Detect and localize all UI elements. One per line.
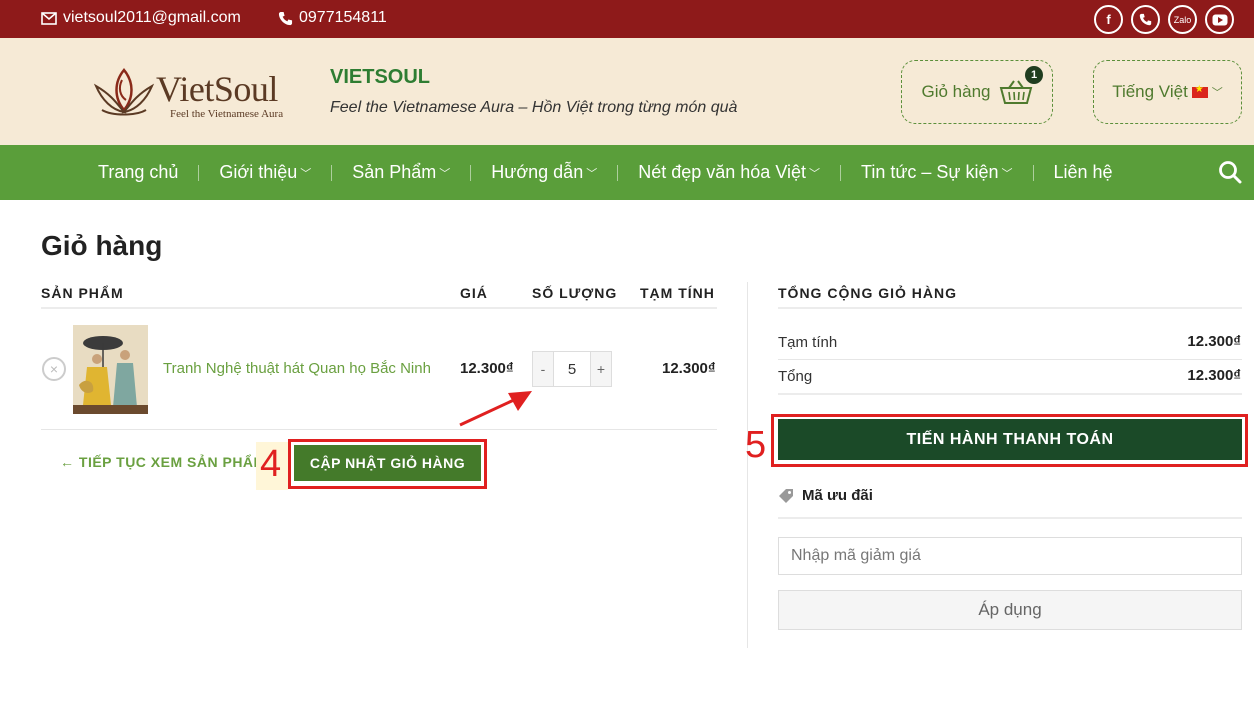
quantity-input[interactable]: 5 bbox=[553, 352, 591, 386]
step-5-marker: 5 bbox=[745, 424, 767, 466]
chevron-down-icon: ﹀ bbox=[809, 167, 821, 180]
nav-item-label: Liên hệ bbox=[1053, 162, 1113, 182]
envelope-icon bbox=[41, 11, 57, 25]
coupon-divider bbox=[778, 517, 1242, 519]
total-label: Tổng bbox=[778, 368, 813, 385]
page-title: Giỏ hàng bbox=[41, 230, 163, 261]
cart-totals-title: TỔNG CỘNG GIỎ HÀNG bbox=[778, 285, 957, 301]
annotation-arrow bbox=[459, 391, 532, 427]
coupon-label: Mã ưu đãi bbox=[802, 487, 873, 504]
proceed-to-checkout-button[interactable]: TIẾN HÀNH THANH TOÁN bbox=[778, 419, 1242, 460]
site-header: VietSoul Feel the Vietnamese Aura VIETSO… bbox=[0, 38, 1254, 145]
total-value: 12.300₫ bbox=[1187, 367, 1241, 384]
product-price: 12.300₫ bbox=[460, 360, 514, 377]
coupon-code-input[interactable] bbox=[778, 537, 1242, 575]
top-bar: vietsoul2011@gmail.com 0977154811 f Zalo bbox=[0, 0, 1254, 38]
product-subtotal: 12.300₫ bbox=[662, 360, 716, 377]
product-thumbnail[interactable] bbox=[73, 325, 148, 414]
remove-item-icon[interactable]: × bbox=[42, 357, 66, 381]
social-links: f Zalo bbox=[1094, 5, 1234, 34]
nav-separator bbox=[1032, 164, 1034, 181]
totals-header-divider bbox=[778, 307, 1242, 309]
nav-separator bbox=[198, 164, 200, 181]
phone-text: 0977154811 bbox=[299, 9, 387, 26]
basket-icon bbox=[999, 80, 1032, 104]
nav-item-4[interactable]: Nét đẹp văn hóa Việt ﹀ bbox=[638, 162, 820, 183]
logo-wordmark: VietSoul bbox=[156, 69, 278, 109]
search-icon[interactable] bbox=[1218, 160, 1242, 184]
subtotal-label: Tạm tính bbox=[778, 334, 838, 351]
phone-contact[interactable]: 0977154811 bbox=[278, 9, 387, 27]
chevron-down-icon: ﹀ bbox=[1001, 167, 1013, 180]
brand-subtitle: Feel the Vietnamese Aura – Hồn Việt tron… bbox=[330, 99, 738, 116]
language-switcher[interactable]: Tiếng Việt ﹀ bbox=[1093, 60, 1242, 124]
col-product-header: SẢN PHẨM bbox=[41, 285, 124, 301]
nav-item-5[interactable]: Tin tức – Sự kiện ﹀ bbox=[861, 162, 1012, 183]
main-nav: Trang chủ Giới thiệu ﹀ Sản Phẩm ﹀ Hướng dẫn ﹀ N… bbox=[0, 145, 1254, 200]
coupon-heading: Mã ưu đãi bbox=[778, 487, 873, 504]
nav-separator bbox=[840, 164, 842, 181]
call-icon[interactable] bbox=[1131, 5, 1160, 34]
cart-count-badge: 1 bbox=[1025, 66, 1043, 84]
col-price-header: GIÁ bbox=[460, 285, 488, 301]
totals-bottom-divider bbox=[778, 393, 1242, 395]
chevron-down-icon: ﹀ bbox=[1211, 87, 1223, 99]
nav-menu: Trang chủ Giới thiệu ﹀ Sản Phẩm ﹀ Hướng dẫn ﹀ N… bbox=[98, 145, 1113, 200]
chevron-down-icon: ﹀ bbox=[586, 167, 598, 180]
nav-item-label: Nét đẹp văn hóa Việt bbox=[638, 162, 807, 182]
tag-icon bbox=[779, 488, 793, 503]
painting-image bbox=[73, 325, 148, 414]
step-4-marker: 4 bbox=[260, 443, 282, 485]
chevron-down-icon: ﹀ bbox=[439, 167, 451, 180]
nav-separator bbox=[617, 164, 619, 181]
lotus-logo-icon bbox=[93, 68, 155, 116]
chevron-down-icon: ﹀ bbox=[300, 167, 312, 180]
col-subtotal-header: TẠM TÍNH bbox=[640, 285, 715, 301]
nav-separator bbox=[470, 164, 472, 181]
continue-shopping-link[interactable]: ← TIẾP TỤC XEM SẢN PHẨM bbox=[60, 454, 266, 470]
quantity-increase-button[interactable]: + bbox=[591, 352, 611, 386]
language-label: Tiếng Việt bbox=[1112, 82, 1188, 101]
brand-title: VIETSOUL bbox=[330, 66, 431, 88]
site-logo[interactable]: VietSoul Feel the Vietnamese Aura bbox=[92, 64, 302, 124]
apply-coupon-button[interactable]: Áp dụng bbox=[778, 590, 1242, 630]
facebook-icon[interactable]: f bbox=[1094, 5, 1123, 34]
nav-item-3[interactable]: Hướng dẫn ﹀ bbox=[491, 162, 597, 183]
subtotal-value: 12.300₫ bbox=[1187, 333, 1241, 350]
row-divider bbox=[41, 429, 717, 430]
nav-separator bbox=[331, 164, 333, 181]
vietnam-flag-icon bbox=[1191, 84, 1208, 98]
product-name-link[interactable]: Tranh Nghệ thuật hát Quan họ Bắc Ninh bbox=[163, 360, 431, 377]
youtube-icon[interactable] bbox=[1205, 5, 1234, 34]
col-quantity-header: SỐ LƯỢNG bbox=[532, 285, 618, 301]
cart-label: Giỏ hàng bbox=[921, 82, 991, 101]
email-contact[interactable]: vietsoul2011@gmail.com bbox=[41, 9, 241, 27]
logo-tagline: Feel the Vietnamese Aura bbox=[170, 108, 284, 120]
nav-item-0[interactable]: Trang chủ bbox=[98, 162, 178, 183]
quantity-decrease-button[interactable]: - bbox=[533, 352, 553, 386]
zalo-icon[interactable]: Zalo bbox=[1168, 5, 1197, 34]
update-cart-button[interactable]: CẬP NHẬT GIỎ HÀNG bbox=[294, 445, 481, 481]
nav-item-label: Giới thiệu bbox=[219, 162, 298, 182]
quantity-stepper: - 5 + bbox=[532, 351, 612, 387]
nav-item-label: Sản Phẩm bbox=[352, 162, 437, 182]
nav-item-1[interactable]: Giới thiệu ﹀ bbox=[219, 162, 311, 183]
nav-item-label: Hướng dẫn bbox=[491, 162, 584, 182]
table-header-divider bbox=[41, 307, 717, 309]
phone-icon bbox=[278, 11, 293, 25]
nav-item-label: Tin tức – Sự kiện bbox=[861, 162, 999, 182]
totals-row-divider bbox=[778, 359, 1242, 360]
nav-item-label: Trang chủ bbox=[98, 162, 179, 182]
email-text: vietsoul2011@gmail.com bbox=[63, 9, 241, 26]
nav-item-2[interactable]: Sản Phẩm ﹀ bbox=[352, 162, 450, 183]
header-cart-button[interactable]: Giỏ hàng 1 bbox=[901, 60, 1053, 124]
nav-item-6[interactable]: Liên hệ bbox=[1054, 162, 1113, 183]
